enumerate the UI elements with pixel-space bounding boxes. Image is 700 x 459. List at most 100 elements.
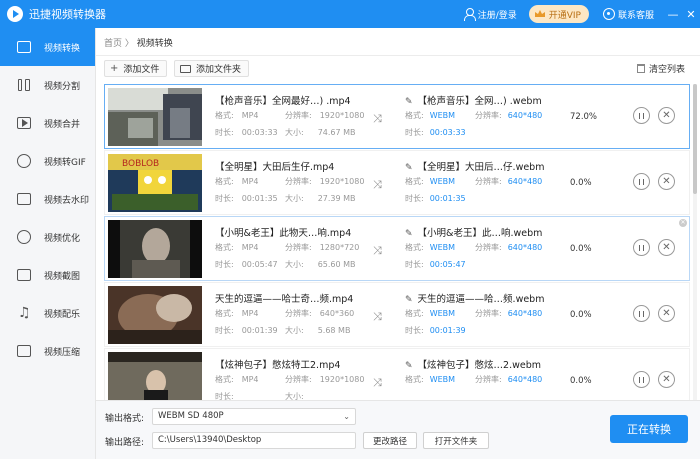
pause-button[interactable] [633, 239, 650, 256]
pause-button[interactable] [633, 371, 650, 388]
sidebar-item-optimize[interactable]: 视频优化 [0, 218, 95, 256]
scrollbar-thumb[interactable] [693, 84, 697, 194]
source-size: 大小: 74.67 MB [285, 128, 356, 137]
folder-icon [180, 64, 191, 73]
gif-icon [16, 153, 32, 169]
sidebar-item-watermark[interactable]: 视频去水印 [0, 180, 95, 218]
edit-icon: ✎ [405, 361, 413, 371]
conversion-progress: 0.0% [570, 178, 592, 188]
list-scrollbar[interactable] [693, 84, 697, 400]
output-duration: 时长: 00:03:33 [405, 128, 466, 137]
remove-button[interactable]: ✕ [658, 371, 675, 388]
convert-arrow-icon: ⤨ [373, 178, 382, 191]
file-row[interactable]: 天生的逗逼——哈士奇…频.mp4 格式: MP4 分辨率: 640*360 时长: 0… [104, 282, 690, 347]
sidebar-item-gif[interactable]: 视频转GIF [0, 142, 95, 180]
file-list: 【枪声音乐】全网最好…) .mp4 格式: MP4 分辨率: 1920*1080 时… [104, 84, 690, 400]
output-file-name[interactable]: ✎ 【炫神包子】憋炫…2.webm [405, 357, 541, 371]
output-path-label: 输出路径: [105, 438, 145, 448]
file-row[interactable]: ✕ 【小明&老王】此物天…响.mp4 格式: MP4 分辨率: 1280*720 时… [104, 216, 690, 281]
close-icon: ✕ [662, 307, 671, 319]
sidebar-item-screenshot[interactable]: 视频截图 [0, 256, 95, 294]
source-size: 大小: 27.39 MB [285, 194, 356, 203]
output-file-name[interactable]: ✎ 【全明星】大田后…仔.webm [405, 159, 544, 173]
remove-button[interactable]: ✕ [658, 107, 675, 124]
source-file-name: 天生的逗逼——哈士奇…频.mp4 [215, 294, 354, 305]
add-folder-button[interactable]: 添加文件夹 [174, 60, 250, 77]
sidebar-item-video-merge[interactable]: 视频合并 [0, 104, 95, 142]
vip-button[interactable]: 开通VIP [528, 5, 589, 23]
add-file-button[interactable]: + 添加文件 [104, 60, 168, 77]
output-duration: 时长: 00:01:39 [405, 326, 466, 335]
sidebar-item-label: 视频合并 [44, 119, 81, 130]
pause-button[interactable] [633, 107, 650, 124]
video-merge-icon [16, 115, 32, 131]
file-row[interactable]: 【枪声音乐】全网最好…) .mp4 格式: MP4 分辨率: 1920*1080 时… [104, 84, 690, 149]
source-file-name: 【小明&老王】此物天…响.mp4 [215, 228, 352, 239]
sidebar-item-label: 视频压缩 [44, 347, 81, 358]
breadcrumb-separator: 〉 [124, 39, 134, 49]
remove-button[interactable]: ✕ [658, 305, 675, 322]
plus-icon: + [110, 63, 119, 74]
start-convert-button[interactable]: 正在转换 [610, 415, 688, 443]
pause-button[interactable] [633, 305, 650, 322]
change-path-button[interactable]: 更改路径 [363, 432, 417, 449]
source-duration: 时长: [215, 392, 234, 400]
sidebar-item-music[interactable]: ♫ 视频配乐 [0, 294, 95, 332]
customer-service-link[interactable]: 联系客服 [618, 8, 654, 21]
toolbar: + 添加文件 添加文件夹 清空列表 [96, 60, 700, 80]
pause-icon [639, 376, 644, 383]
source-resolution: 分辨率: 640*360 [285, 309, 355, 318]
output-file-name[interactable]: ✎ 天生的逗逼——哈…频.webm [405, 291, 544, 305]
edit-icon: ✎ [405, 229, 413, 239]
clear-list-button[interactable]: 清空列表 [632, 60, 692, 77]
source-duration: 时长: 00:01:35 [215, 194, 278, 203]
sidebar-item-compress[interactable]: 视频压缩 [0, 332, 95, 370]
minimize-button[interactable]: — [664, 8, 682, 21]
output-resolution: 分辨率: 640*480 [475, 375, 543, 384]
output-resolution: 分辨率: 640*480 [475, 309, 543, 318]
breadcrumb: 首页 〉 视频转换 [104, 36, 173, 49]
app-logo-icon [7, 6, 23, 22]
file-row[interactable]: BOBLOB 【全明星】大田后生仔.mp4 格式: MP4 分辨率: 1920*10… [104, 150, 690, 215]
svg-text:BOBLOB: BOBLOB [122, 159, 159, 169]
sidebar-item-video-split[interactable]: 视频分割 [0, 66, 95, 104]
remove-button[interactable]: ✕ [658, 173, 675, 190]
crown-icon [534, 10, 545, 17]
output-format-select[interactable]: WEBM SD 480P ⌄ [152, 408, 356, 425]
video-thumbnail [108, 220, 202, 278]
pause-button[interactable] [633, 173, 650, 190]
pause-icon [639, 112, 644, 119]
pause-icon [639, 244, 644, 251]
user-icon[interactable] [463, 8, 476, 21]
output-file-name[interactable]: ✎ 【枪声音乐】全网…) .webm [405, 93, 542, 107]
add-file-label: 添加文件 [123, 65, 160, 75]
clear-list-label: 清空列表 [649, 65, 686, 75]
edit-icon: ✎ [405, 295, 413, 305]
close-window-button[interactable]: ✕ [682, 8, 700, 21]
sidebar-item-video-convert[interactable]: 视频转换 [0, 28, 95, 66]
breadcrumb-home[interactable]: 首页 [104, 39, 122, 49]
output-format: 格式: WEBM [405, 243, 456, 252]
vip-label: 开通VIP [548, 10, 581, 21]
sidebar-item-label: 视频去水印 [44, 195, 90, 206]
edit-icon: ✎ [405, 97, 413, 107]
source-resolution: 分辨率: 1920*1080 [285, 111, 365, 120]
watermark-remove-icon [16, 191, 32, 207]
open-folder-button[interactable]: 打开文件夹 [423, 432, 489, 449]
video-thumbnail [108, 352, 202, 400]
output-path-input[interactable]: C:\Users\13940\Desktop [152, 432, 356, 449]
output-format: 格式: WEBM [405, 177, 456, 186]
source-duration: 时长: 00:03:33 [215, 128, 278, 137]
video-thumbnail: BOBLOB [108, 154, 202, 212]
login-link[interactable]: 注册/登录 [478, 8, 517, 21]
video-convert-icon [16, 39, 32, 55]
convert-arrow-icon: ⤨ [373, 112, 382, 125]
close-icon[interactable]: ✕ [679, 219, 687, 227]
source-resolution: 分辨率: 1280*720 [285, 243, 360, 252]
output-file-name[interactable]: ✎ 【小明&老王】此…响.webm [405, 225, 542, 239]
video-thumbnail [108, 88, 202, 146]
file-row[interactable]: 【炫神包子】憋炫特工2.mp4 格式: MP4 分辨率: 1920*1080 时长:… [104, 348, 690, 400]
customer-service-icon[interactable] [602, 8, 615, 20]
remove-button[interactable]: ✕ [658, 239, 675, 256]
sidebar-item-label: 视频配乐 [44, 309, 81, 320]
